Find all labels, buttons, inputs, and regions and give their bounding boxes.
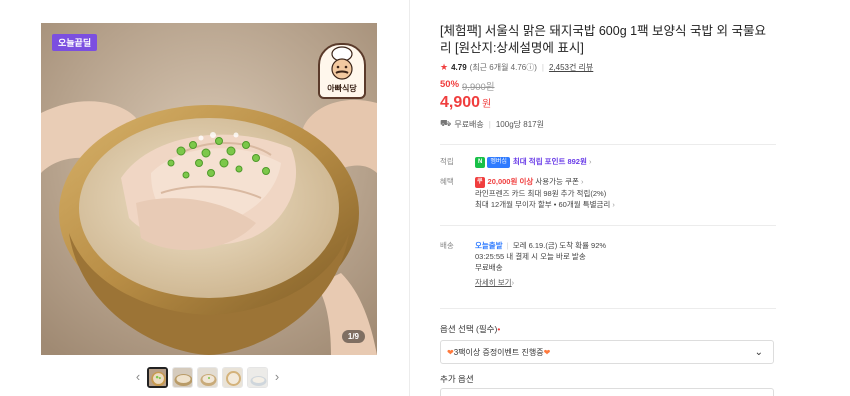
sale-price-value: 4,900 xyxy=(440,94,481,111)
required-mark: • xyxy=(497,324,501,334)
discount-row: 50% 9,900원 xyxy=(440,79,776,93)
truck-icon: ⛟ xyxy=(440,118,452,128)
image-page-counter: 1/9 xyxy=(341,330,365,343)
brand-logo: 아빠식당 xyxy=(318,43,366,99)
countdown-text: 내 결제 시 오늘 바로 발송 xyxy=(506,252,586,261)
addon-option-select[interactable] xyxy=(440,388,774,396)
original-price: 9,900원 xyxy=(462,82,495,93)
star-icon: ★ xyxy=(440,62,449,72)
review-count-link[interactable]: 2,453건 리뷰 xyxy=(549,62,593,73)
delivery-detail-label: 자세히 보기 xyxy=(475,278,512,287)
delivery-detail-link[interactable]: 자세히 보기› xyxy=(475,277,514,288)
option-label-text: 옵션 선택 (필수) xyxy=(440,324,498,334)
perks-label: 혜택 xyxy=(440,177,454,186)
rating-recent[interactable]: (최근 6개월 4.76ⓘ) xyxy=(470,62,537,73)
unit-price: 100g당 817원 xyxy=(495,119,544,129)
product-info: [체험팩] 서울식 맑은 돼지국밥 600g 1팩 보양식 국밥 외 국물요리 … xyxy=(440,23,776,130)
installment-text[interactable]: 최대 12개월 무이자 할부 • 60개월 특별금리 › xyxy=(475,199,615,210)
rating-row: ★ 4.79 (최근 6개월 4.76ⓘ) | 2,453건 리뷰 xyxy=(440,62,776,73)
coupon-amount: 20,000원 이상 xyxy=(487,177,534,186)
today-ship-text: 오늘출발 xyxy=(475,241,503,250)
thumbnail-2[interactable] xyxy=(172,366,193,388)
thumbnail-prev-arrow-icon[interactable]: ‹ xyxy=(133,365,143,389)
thumbnail-4[interactable] xyxy=(222,366,243,388)
delivery-label: 배송 xyxy=(440,241,454,250)
vertical-divider xyxy=(409,0,410,396)
max-points-text: 최대 적립 포인트 892원 xyxy=(512,157,587,166)
divider-2 xyxy=(440,225,776,226)
product-main-image[interactable]: 오늘끝딜 아빠식당 1/9 xyxy=(41,23,377,355)
points-label: 적립 xyxy=(440,157,454,166)
thumbnail-next-arrow-icon[interactable]: › xyxy=(272,365,282,389)
delivery-row: 배송 오늘출발 | 모레 6.19.(금) 도착 확률 92% 03:25:55… xyxy=(440,240,776,288)
option-selected-value: ❤3팩이상 증정이벤트 진행중❤ xyxy=(447,347,550,358)
addon-option-label: 추가 옵션 xyxy=(440,374,474,384)
thumbnail-1[interactable] xyxy=(147,366,168,388)
chevron-right-icon: › xyxy=(588,157,592,166)
brand-logo-text: 아빠식당 xyxy=(320,82,364,94)
coupon-text: 사용가능 쿠폰 xyxy=(535,177,579,186)
rating-score: 4.79 xyxy=(451,63,467,72)
thumbnail-strip: ‹ › xyxy=(133,365,282,389)
delivery-separator: | xyxy=(506,241,509,250)
installment-label: 최대 12개월 무이자 할부 • 60개월 특별금리 xyxy=(475,200,611,209)
divider-3 xyxy=(440,308,776,309)
divider-1 xyxy=(440,144,776,145)
shipping-text: 무료배송 xyxy=(454,119,484,129)
today-deal-badge: 오늘끝딜 xyxy=(52,34,98,51)
option-selected-text: 3팩이상 증정이벤트 진행중 xyxy=(453,347,544,357)
option-label: 옵션 선택 (필수)• xyxy=(440,323,500,335)
naver-n-icon: N xyxy=(475,157,486,168)
chevron-down-icon: ⌄ xyxy=(754,346,763,358)
points-row: 적립 N 멤버십 최대 적립 포인트 892원 › xyxy=(440,156,776,168)
thumbnail-5[interactable] xyxy=(247,366,268,388)
chevron-right-icon: › xyxy=(580,177,584,186)
delivery-fee: 무료배송 xyxy=(475,263,503,272)
thumbnail-3[interactable] xyxy=(197,366,218,388)
perks-content[interactable]: 쿠 20,000원 이상 사용가능 쿠폰 › xyxy=(475,176,583,188)
perks-row: 혜택 쿠 20,000원 이상 사용가능 쿠폰 › 라인프렌즈 카드 최대 98원… xyxy=(440,176,776,210)
arrival-estimate: 모레 6.19.(금) 도착 확률 92% xyxy=(512,241,607,250)
countdown-timer: 03:25:55 xyxy=(475,252,505,261)
heart-icon: ❤ xyxy=(543,347,551,357)
shipping-separator: | xyxy=(488,119,491,129)
rating-separator: | xyxy=(541,63,544,72)
coupon-icon: 쿠 xyxy=(475,177,485,188)
product-title: [체험팩] 서울식 맑은 돼지국밥 600g 1팩 보양식 국밥 외 국물요리 … xyxy=(440,24,766,55)
points-content[interactable]: N 멤버십 최대 적립 포인트 892원 › xyxy=(475,156,591,168)
chevron-right-icon: › xyxy=(511,278,515,287)
option-select[interactable]: ❤3팩이상 증정이벤트 진행중❤ ⌄ xyxy=(440,340,774,364)
card-points-text: 라인프렌즈 카드 최대 98원 추가 적립(2%) xyxy=(475,189,607,198)
shipping-row: ⛟ 무료배송 | 100g당 817원 xyxy=(440,118,776,130)
chevron-right-icon: › xyxy=(612,200,615,209)
discount-rate: 50% xyxy=(440,79,460,90)
heart-icon: ❤ xyxy=(447,347,454,357)
membership-badge: 멤버십 xyxy=(487,157,510,168)
sale-price-unit: 원 xyxy=(482,99,492,110)
sale-price: 4,900 원 xyxy=(440,94,776,112)
chef-face-icon xyxy=(331,46,353,80)
